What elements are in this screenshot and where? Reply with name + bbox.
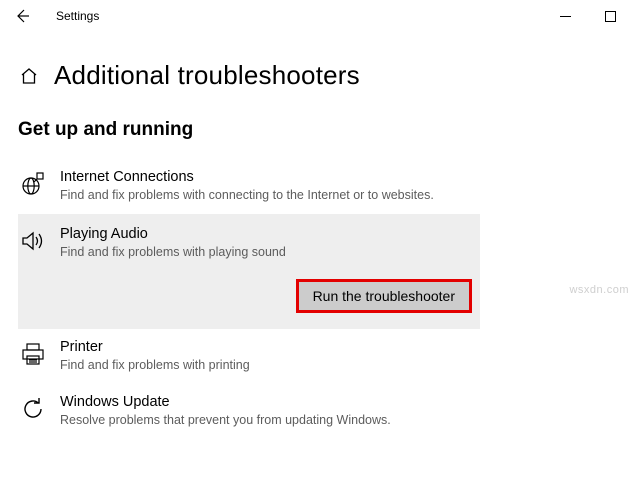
item-desc: Resolve problems that prevent you from u… (60, 412, 474, 429)
update-sync-icon (20, 396, 46, 422)
minimize-button[interactable] (543, 0, 588, 32)
run-troubleshooter-row: Run the troubleshooter (18, 275, 480, 329)
content-area: Additional troubleshooters Get up and ru… (0, 32, 639, 439)
home-icon[interactable] (18, 65, 40, 87)
item-title: Printer (60, 339, 474, 355)
troubleshooter-playing-audio[interactable]: Playing Audio Find and fix problems with… (18, 214, 480, 275)
item-title: Internet Connections (60, 169, 474, 185)
arrow-left-icon (14, 8, 30, 24)
item-desc: Find and fix problems with connecting to… (60, 187, 474, 204)
troubleshooter-internet-connections[interactable]: Internet Connections Find and fix proble… (18, 159, 480, 214)
watermark: wsxdn.com (569, 284, 629, 296)
page-title: Additional troubleshooters (54, 60, 360, 91)
titlebar: Settings (0, 0, 639, 32)
globe-network-icon (20, 171, 46, 197)
troubleshooter-printer[interactable]: Printer Find and fix problems with print… (18, 329, 480, 384)
page-header: Additional troubleshooters (18, 60, 621, 91)
run-troubleshooter-button[interactable]: Run the troubleshooter (298, 281, 470, 311)
item-title: Playing Audio (60, 226, 474, 242)
maximize-icon (605, 11, 616, 22)
item-desc: Find and fix problems with printing (60, 357, 474, 374)
speaker-icon (20, 228, 46, 254)
item-desc: Find and fix problems with playing sound (60, 244, 474, 261)
troubleshooter-windows-update[interactable]: Windows Update Resolve problems that pre… (18, 384, 480, 439)
section-heading: Get up and running (18, 119, 621, 141)
minimize-icon (560, 11, 571, 22)
window-title: Settings (56, 9, 99, 23)
back-button[interactable] (6, 0, 38, 32)
item-title: Windows Update (60, 394, 474, 410)
printer-icon (20, 341, 46, 367)
maximize-button[interactable] (588, 0, 633, 32)
